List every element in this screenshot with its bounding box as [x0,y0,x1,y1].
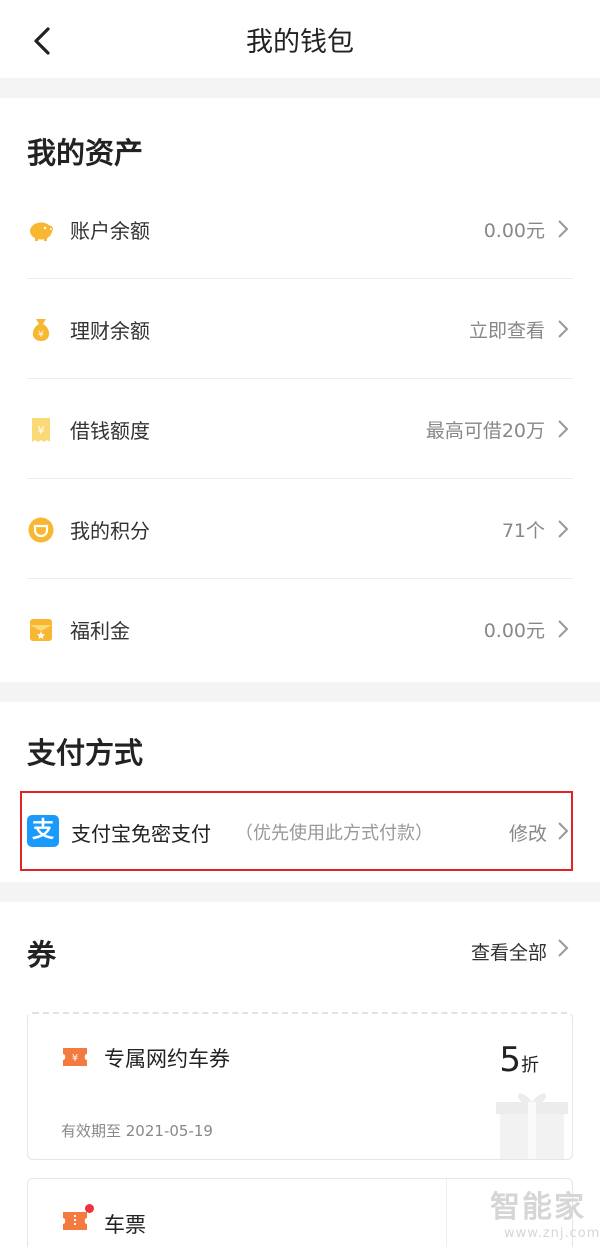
points-coin-icon [27,516,55,544]
asset-label: 福利金 [70,619,130,643]
chevron-right-icon [557,218,569,240]
train-ticket-icon [61,1209,89,1233]
notification-dot [85,1204,94,1213]
watermark-url: www.znj.com [504,1226,600,1241]
payment-method-label: 支付宝免密支付 [71,822,211,846]
modify-payment-link[interactable]: 修改 [509,819,547,846]
asset-value: 最高可借20万 [425,420,545,442]
coupon-expiry: 有效期至 2021-05-19 [61,1122,213,1140]
coupon-card[interactable]: ¥ 专属网约车券 5折 有效期至 2021-05-19 [27,1012,573,1160]
chevron-right-icon [557,418,569,440]
asset-label: 借钱额度 [70,419,150,443]
chevron-right-icon [557,318,569,340]
welfare-envelope-icon [27,616,55,644]
asset-label: 账户余额 [70,219,150,243]
chevron-right-icon [557,820,569,842]
asset-value: 0.00元 [483,620,545,642]
asset-row-account-balance[interactable]: 账户余额 0.00元 [27,179,573,279]
svg-text:¥: ¥ [38,330,44,340]
chevron-right-icon [557,618,569,640]
coupon-name: 专属网约车券 [104,1047,230,1071]
watermark: 智能家 www.znj.com [490,1182,600,1241]
watermark-main: 智能家 [490,1190,586,1225]
ticket-yuan-icon: ¥ [61,1045,89,1069]
asset-value: 71个 [501,520,545,542]
coupon-name: 车票 [104,1213,146,1237]
gift-decoration-icon [496,1093,568,1159]
money-bag-icon: ¥ [27,316,55,344]
chevron-right-icon [557,518,569,540]
asset-value: 立即查看 [468,320,545,342]
assets-section: 我的资产 账户余额 0.00元 ¥ 理财余额 立即查看 ¥ 借钱额度 最高可借2… [0,98,600,682]
page-title: 我的钱包 [246,27,354,58]
chevron-right-icon [557,937,569,959]
payment-section: 支付方式 支 支付宝免密支付 （优先使用此方式付款） 修改 [0,702,600,882]
asset-row-borrow-limit[interactable]: ¥ 借钱额度 最高可借20万 [27,379,573,479]
coupons-section-title: 券 [27,938,57,972]
payment-section-title: 支付方式 [27,736,144,770]
asset-row-points[interactable]: 我的积分 71个 [27,479,573,579]
assets-section-title: 我的资产 [27,136,144,170]
discount-number: 5 [499,1040,521,1080]
view-all-coupons-link[interactable]: 查看全部 [471,938,547,965]
discount-unit: 折 [521,1055,539,1076]
asset-label: 理财余额 [70,319,150,343]
top-bar: 我的钱包 [0,0,600,78]
piggy-bank-icon [27,216,55,244]
asset-row-wealth-balance[interactable]: ¥ 理财余额 立即查看 [27,279,573,379]
asset-value: 0.00元 [483,220,545,242]
svg-text:¥: ¥ [38,424,45,437]
coupon-discount: 5折 [499,1040,539,1080]
divider [446,1179,447,1247]
asset-row-welfare[interactable]: 福利金 0.00元 [27,579,573,679]
yuan-receipt-icon: ¥ [27,416,55,444]
alipay-icon: 支 [27,815,59,847]
payment-method-row[interactable]: 支 支付宝免密支付 （优先使用此方式付款） 修改 [20,791,573,871]
asset-label: 我的积分 [70,519,150,543]
svg-text:¥: ¥ [72,1053,78,1064]
payment-method-note: （优先使用此方式付款） [235,823,433,844]
